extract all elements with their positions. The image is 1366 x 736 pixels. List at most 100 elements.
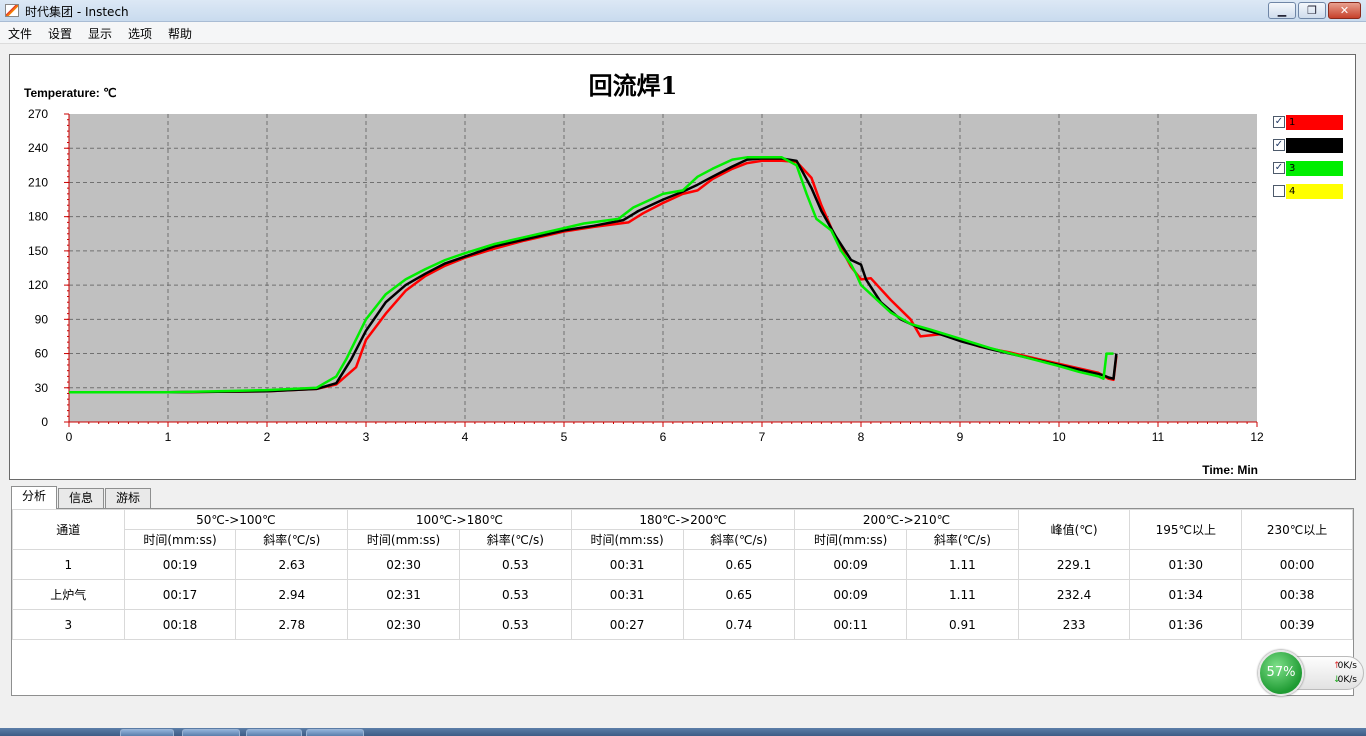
- x-tick-label: 6: [660, 430, 667, 444]
- legend-item-1[interactable]: ✓ 1: [1273, 115, 1343, 130]
- table-cell: 0.65: [682, 549, 796, 580]
- minimize-button[interactable]: ▁: [1268, 2, 1296, 19]
- header-channel: 通道: [12, 509, 125, 550]
- y-tick-label: 150: [28, 244, 48, 258]
- table-cell: 0.65: [682, 579, 796, 610]
- table-cell: 229.1: [1017, 549, 1131, 580]
- legend-checkbox-1[interactable]: ✓: [1273, 116, 1285, 128]
- table-cell: 0.53: [458, 579, 572, 610]
- header-slope: 斜率(℃/s): [235, 529, 349, 550]
- taskbar-button[interactable]: [306, 729, 364, 736]
- table-cell: 0.74: [682, 609, 796, 640]
- table-row[interactable]: 上炉气 00:17 2.94 02:31 0.53 00:31 0.65 00:09 1.11 2…: [12, 579, 1353, 610]
- table-cell: 0.91: [906, 609, 1019, 640]
- menu-options[interactable]: 选项: [128, 25, 152, 42]
- chart-panel: 回流焊1 Temperature: ℃ Time: Min 0123456789…: [9, 54, 1356, 480]
- legend-label-4: 4: [1286, 184, 1343, 199]
- maximize-button[interactable]: ❐: [1298, 2, 1326, 19]
- table-row[interactable]: 1 00:19 2.63 02:30 0.53 00:31 0.65 00:09 1.11 229…: [12, 549, 1353, 580]
- table-cell: 00:19: [123, 549, 237, 580]
- x-tick-label: 10: [1052, 430, 1066, 444]
- x-tick-label: 2: [264, 430, 271, 444]
- legend-label-3: 3: [1286, 161, 1343, 176]
- header-group-50-100: 50℃->100℃: [123, 509, 349, 530]
- header-time: 时间(mm:ss): [570, 529, 684, 550]
- table-cell: 02:30: [347, 549, 460, 580]
- download-speed: 0K/s: [1337, 675, 1357, 685]
- close-button[interactable]: ✕: [1328, 2, 1361, 19]
- header-group-100-180: 100℃->180℃: [347, 509, 572, 530]
- menu-help[interactable]: 帮助: [168, 25, 192, 42]
- x-tick-label: 0: [66, 430, 73, 444]
- table-cell: 2.94: [235, 579, 349, 610]
- table-cell: 01:30: [1129, 549, 1243, 580]
- menu-bar: 文件 设置 显示 选项 帮助: [0, 22, 1366, 44]
- header-time: 时间(mm:ss): [347, 529, 460, 550]
- legend-label-2: [1286, 138, 1343, 153]
- analysis-panel: 通道 50℃->100℃ 100℃->180℃ 180℃->200℃ 200℃-…: [11, 508, 1354, 696]
- table-cell: 00:11: [794, 609, 908, 640]
- y-tick-label: 90: [35, 312, 49, 326]
- x-tick-label: 8: [858, 430, 865, 444]
- x-tick-label: 4: [462, 430, 469, 444]
- table-cell: 2.63: [235, 549, 349, 580]
- taskbar-button[interactable]: [182, 729, 240, 736]
- menu-view[interactable]: 显示: [88, 25, 112, 42]
- table-cell: 00:18: [123, 609, 237, 640]
- table-cell: 232.4: [1017, 579, 1131, 610]
- header-time: 时间(mm:ss): [794, 529, 908, 550]
- legend-item-2[interactable]: ✓: [1273, 138, 1343, 153]
- header-group-180-200: 180℃->200℃: [570, 509, 796, 530]
- y-tick-label: 0: [41, 415, 48, 429]
- legend-checkbox-2[interactable]: ✓: [1273, 139, 1285, 151]
- tab-info[interactable]: 信息: [58, 488, 104, 508]
- table-row[interactable]: 3 00:18 2.78 02:30 0.53 00:27 0.74 00:11 0.91 233…: [12, 609, 1353, 640]
- header-slope: 斜率(℃/s): [458, 529, 572, 550]
- legend-item-3[interactable]: ✓ 3: [1273, 161, 1343, 176]
- tab-cursor[interactable]: 游标: [105, 488, 151, 508]
- x-tick-label: 7: [759, 430, 766, 444]
- taskbar-button[interactable]: [246, 729, 302, 736]
- x-tick-label: 5: [561, 430, 568, 444]
- table-cell: 00:38: [1241, 579, 1353, 610]
- table-cell: 3: [12, 609, 125, 640]
- x-tick-label: 12: [1250, 430, 1264, 444]
- header-peak: 峰值(℃): [1017, 509, 1131, 550]
- window-title: 时代集团 - Instech: [25, 5, 129, 19]
- legend-checkbox-3[interactable]: ✓: [1273, 162, 1285, 174]
- y-tick-label: 210: [28, 175, 48, 189]
- header-above-195: 195℃以上: [1129, 509, 1243, 550]
- x-tick-label: 1: [165, 430, 172, 444]
- legend-item-4[interactable]: 4: [1273, 184, 1343, 199]
- legend-checkbox-4[interactable]: [1273, 185, 1285, 197]
- y-tick-label: 60: [35, 347, 49, 361]
- table-cell: 00:09: [794, 549, 908, 580]
- legend-label-1: 1: [1286, 115, 1343, 130]
- table-cell: 0.53: [458, 549, 572, 580]
- upload-speed: 0K/s: [1337, 661, 1357, 671]
- y-axis-label: Temperature: ℃: [24, 86, 117, 100]
- table-cell: 上炉气: [12, 579, 125, 610]
- chart-title: 回流焊1: [589, 71, 678, 100]
- header-above-230: 230℃以上: [1241, 509, 1353, 550]
- table-cell: 00:17: [123, 579, 237, 610]
- table-cell: 02:31: [347, 579, 460, 610]
- table-cell: 00:09: [794, 579, 908, 610]
- table-cell: 01:34: [1129, 579, 1243, 610]
- y-tick-label: 180: [28, 210, 48, 224]
- x-tick-label: 3: [363, 430, 370, 444]
- taskbar-button[interactable]: [120, 729, 174, 736]
- table-cell: 00:27: [570, 609, 684, 640]
- tab-analysis[interactable]: 分析: [11, 486, 57, 509]
- menu-settings[interactable]: 设置: [48, 25, 72, 42]
- table-cell: 00:00: [1241, 549, 1353, 580]
- table-cell: 1.11: [906, 579, 1019, 610]
- network-speed-widget[interactable]: ↑ 0K/s ↓ 0K/s 57%: [1258, 650, 1364, 696]
- y-tick-label: 120: [28, 278, 48, 292]
- menu-file[interactable]: 文件: [8, 25, 32, 42]
- analysis-table: 通道 50℃->100℃ 100℃->180℃ 180℃->200℃ 200℃-…: [12, 509, 1353, 640]
- table-cell: 00:31: [570, 549, 684, 580]
- table-cell: 2.78: [235, 609, 349, 640]
- header-time: 时间(mm:ss): [123, 529, 237, 550]
- y-tick-label: 270: [28, 107, 48, 121]
